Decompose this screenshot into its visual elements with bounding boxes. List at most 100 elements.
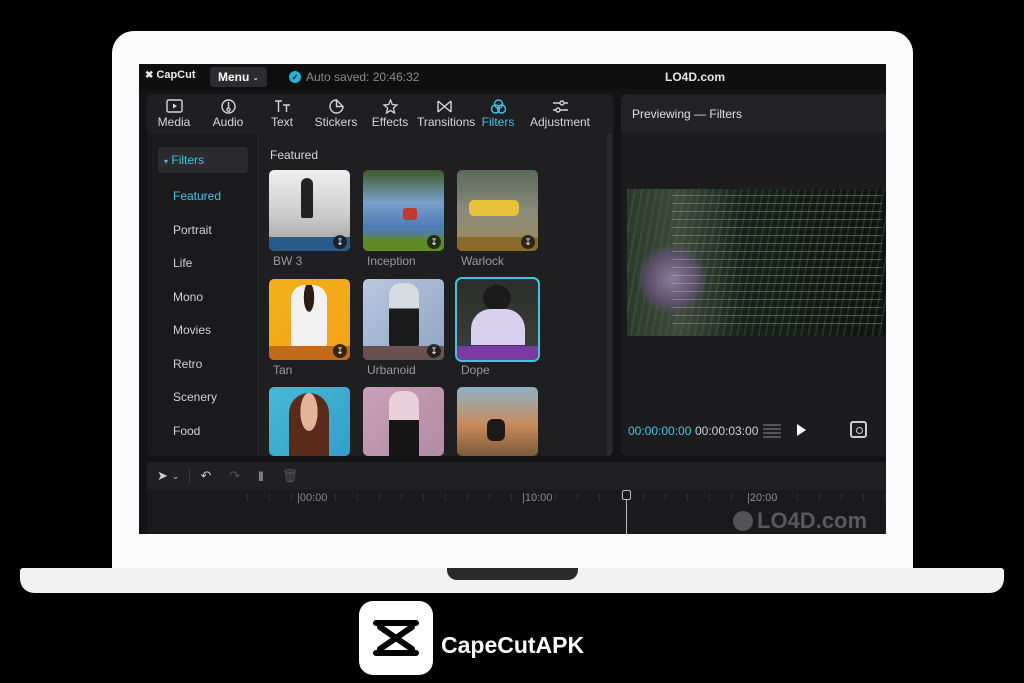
watermark-text: LO4D.com [757,508,868,533]
brand-name: CapeCutAPK [441,632,585,658]
split-icon[interactable]: ‖ [258,469,263,484]
filter-label: Inception [367,254,416,268]
grid-scrollbar[interactable] [607,134,612,456]
person-shape [289,393,329,456]
tab-stickers[interactable]: Stickers [309,94,363,134]
autosave-status: ✓ Auto saved: 20:46:32 [289,70,419,84]
figure-shape [403,208,417,220]
filter-tile-tan[interactable]: ↧ [269,279,350,360]
filter-tile-row3-3[interactable] [457,387,538,456]
menu-button[interactable]: Menu ⌄ [210,67,267,87]
adjustment-icon [525,97,595,115]
chevron-down-icon: ⌄ [252,72,260,82]
download-icon[interactable]: ↧ [333,235,347,249]
media-panel: Media Audio Text Stickers Effects Transi… [147,94,613,456]
filter-tile-dope[interactable] [455,277,540,362]
transitions-icon [417,97,471,115]
filter-tile-row3-1[interactable] [269,387,350,456]
hoodie-shape [471,309,525,345]
filter-tile-urbanoid[interactable]: ↧ [363,279,444,360]
filter-grid: Featured ↧ BW 3 ↧ Inception ↧ Warlock ↧ … [257,134,613,456]
filter-label: Warlock [461,254,504,268]
video-preview [627,189,886,336]
tab-media[interactable]: Media [147,94,201,134]
tab-transitions-label: Transitions [417,115,476,129]
asset-toolbar: Media Audio Text Stickers Effects Transi… [147,94,613,134]
head-shape [483,285,511,311]
preview-panel: Previewing — Filters 00:00:00:00 00:00:0… [621,94,886,456]
tab-filters[interactable]: Filters [471,94,525,134]
sidebar-item-life[interactable]: Life [173,256,192,270]
fullscreen-icon[interactable] [850,421,867,438]
figure-silhouette [301,178,313,218]
waveform-icon[interactable] [763,424,781,438]
select-cursor-icon[interactable]: ➤ [157,468,168,484]
tab-text[interactable]: Text [255,94,309,134]
filter-tile-inception[interactable]: ↧ [363,170,444,251]
section-title-featured: Featured [270,148,319,162]
sidebar-item-food[interactable]: Food [173,424,200,438]
laptop-notch [447,568,578,580]
media-icon [147,97,201,115]
download-icon[interactable]: ↧ [427,235,441,249]
person-shape [291,285,327,347]
stickers-icon [309,97,363,115]
video-credits-text [672,195,882,325]
sidebar-item-movies[interactable]: Movies [173,323,211,337]
filter-band [457,346,538,360]
caret-down-icon: ▾ [164,157,169,166]
taxi-shape [469,200,519,216]
sidebar-item-portrait[interactable]: Portrait [173,223,212,237]
playhead-handle[interactable] [622,490,631,500]
timecode-current: 00:00:00:00 [628,424,692,438]
delete-icon[interactable]: 🗑 [282,468,299,484]
filter-label: Dope [461,363,490,377]
download-icon[interactable]: ↧ [521,235,535,249]
redo-icon[interactable]: ↷ [229,468,240,484]
chevron-down-icon[interactable]: ⌄ [172,471,180,482]
filter-tile-bw3[interactable]: ↧ [269,170,350,251]
autosave-text: Auto saved: 20:46:32 [306,70,420,84]
watermark: LO4D.com [733,508,867,534]
sidebar-item-featured[interactable]: Featured [173,189,221,203]
sidebar-item-retro[interactable]: Retro [173,357,202,371]
tab-audio-label: Audio [212,115,244,129]
tab-effects-label: Effects [371,115,409,129]
tab-effects[interactable]: Effects [363,94,417,134]
tab-text-label: Text [270,115,293,129]
sidebar-item-mono[interactable]: Mono [173,290,203,304]
tab-media-label: Media [157,115,191,129]
tab-transitions[interactable]: Transitions [417,94,476,134]
window-title: LO4D.com [665,70,726,84]
timeline-toolbar: ➤ ⌄ ↶ ↷ ‖ 🗑 [147,462,886,490]
audio-icon [201,97,255,115]
sidebar-header-filters[interactable]: ▾ Filters [158,147,248,173]
brand-logo [359,601,433,675]
play-icon[interactable] [797,424,806,436]
effects-icon [363,97,417,115]
filter-label: Tan [273,363,293,377]
undo-icon[interactable]: ↶ [200,468,211,484]
rider-shape [487,419,505,441]
download-icon[interactable]: ↧ [427,344,441,358]
ruler-label: |10:00 [522,492,553,504]
check-icon: ✓ [289,71,301,83]
person-shape [389,391,419,456]
app-logo: ✖ CapCut [145,69,196,81]
person-shape [389,283,419,347]
text-icon [255,97,309,115]
tab-adjustment[interactable]: Adjustment [525,94,595,134]
timeline-ruler [247,493,886,501]
download-icon[interactable]: ↧ [333,344,347,358]
sidebar-item-scenery[interactable]: Scenery [173,390,217,404]
tab-stickers-label: Stickers [314,115,358,129]
timecode-total: 00:00:03:00 [695,424,759,438]
filter-label: Urbanoid [367,363,416,377]
tab-audio[interactable]: Audio [201,94,255,134]
capcut-logo-icon [373,620,419,656]
filter-tile-warlock[interactable]: ↧ [457,170,538,251]
filter-tile-row3-2[interactable] [363,387,444,456]
watermark-logo-icon [733,511,753,531]
capcut-logo-icon: ✖ [145,69,154,81]
tab-adjustment-label: Adjustment [529,115,591,129]
